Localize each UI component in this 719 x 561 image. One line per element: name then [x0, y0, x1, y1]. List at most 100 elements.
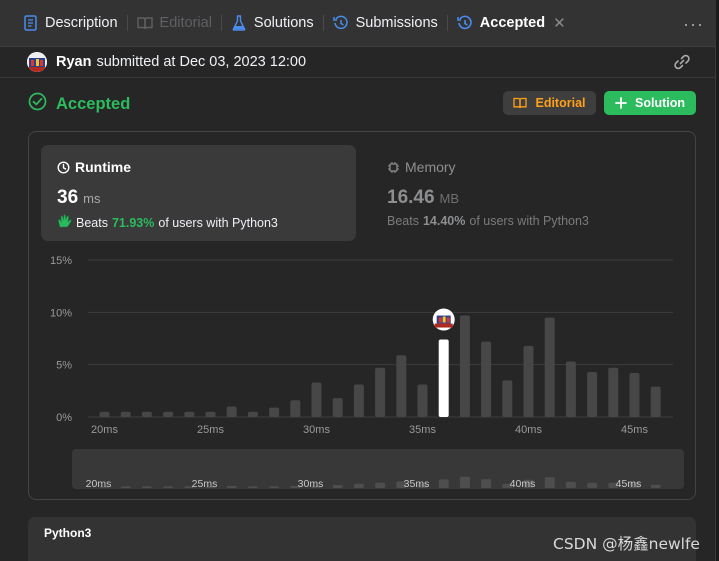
more-options-icon[interactable]: ···: [683, 14, 704, 35]
x-tick-label: 45ms: [621, 424, 648, 436]
navigator-bar: [481, 479, 492, 488]
solution-button-label: Solution: [635, 96, 685, 110]
y-tick-label: 10%: [50, 307, 72, 319]
avatar-marker-detail: [438, 317, 442, 323]
editorial-button[interactable]: Editorial: [503, 91, 596, 115]
navigator-bar: [438, 479, 449, 488]
stats-card: Runtime 36 ms Beats 71.93% of users with…: [28, 131, 696, 500]
avatar-marker-detail: [434, 323, 453, 328]
navigator-bar: [332, 485, 343, 488]
tab-editorial-label: Editorial: [159, 15, 212, 31]
x-tick-label: 30ms: [303, 424, 330, 436]
navigator-bar: [650, 484, 661, 488]
result-row: Accepted Editorial Solution: [28, 91, 696, 117]
bar: [459, 315, 470, 417]
tab-accepted-label: Accepted: [479, 15, 546, 31]
navigator-bar: [565, 481, 576, 488]
bar: [502, 380, 513, 417]
bar: [565, 361, 576, 417]
bar: [311, 382, 322, 417]
avatar-marker-detail: [442, 316, 446, 323]
flask-icon: [231, 15, 247, 31]
y-tick-label: 0%: [56, 412, 72, 424]
tab-separator: [220, 15, 222, 31]
tab-separator: [446, 15, 448, 31]
navigator-bar: [269, 486, 280, 488]
bar: [184, 411, 195, 417]
navigator-bar: [459, 476, 470, 488]
watermark: CSDN @杨鑫newlfe: [553, 535, 700, 553]
avatar-marker-detail: [446, 317, 450, 323]
tab-solutions-label: Solutions: [253, 15, 314, 31]
bar: [269, 407, 280, 417]
navigator-bar: [375, 482, 386, 488]
submission-header: Ryan submitted at Dec 03, 2023 12:00: [0, 47, 716, 78]
bar: [120, 411, 131, 417]
plus-icon: [615, 97, 627, 109]
check-circle-icon: [28, 92, 47, 116]
navigator-tick-label: 45ms: [616, 478, 642, 490]
bar: [226, 406, 237, 417]
bar: [396, 355, 407, 417]
bar: [417, 384, 428, 417]
book-icon: [136, 15, 153, 31]
bar: [332, 398, 343, 417]
navigator-bar: [353, 483, 364, 488]
navigator-bar: [141, 486, 152, 488]
link-icon[interactable]: [672, 53, 692, 76]
bar: [650, 386, 661, 417]
tab-submissions-label: Submissions: [355, 15, 438, 31]
highlighted-bar: [438, 339, 449, 417]
x-tick-label: 35ms: [409, 424, 436, 436]
y-tick-label: 15%: [50, 255, 72, 267]
x-tick-label: 40ms: [515, 424, 542, 436]
tab-submissions[interactable]: Submissions: [332, 0, 438, 47]
navigator-bar: [163, 486, 174, 488]
history-icon: [456, 15, 473, 31]
tab-description[interactable]: Description: [22, 0, 118, 47]
bar: [544, 317, 555, 417]
tab-separator: [322, 15, 324, 31]
bar: [205, 411, 216, 417]
tab-editorial[interactable]: Editorial: [136, 0, 212, 47]
editorial-button-label: Editorial: [535, 96, 586, 110]
tab-bar: Description Editorial Solutions Submissi…: [0, 0, 716, 47]
navigator-bar: [247, 486, 258, 488]
description-icon: [22, 15, 38, 31]
bar: [523, 345, 534, 417]
runtime-distribution-chart[interactable]: 15% 10% 5% 0% 20ms 25ms 30ms 35ms 40ms 45ms 20ms 25…: [29, 132, 697, 501]
code-language-label: Python3: [44, 526, 92, 540]
tab-accepted[interactable]: Accepted ✕: [456, 0, 566, 47]
navigator-tick-label: 30ms: [298, 478, 324, 490]
tab-solutions[interactable]: Solutions: [231, 0, 314, 47]
bar: [163, 411, 174, 417]
navigator-tick-label: 20ms: [86, 478, 112, 490]
bar: [608, 367, 619, 417]
bar: [375, 367, 386, 417]
avatar[interactable]: [27, 52, 47, 72]
close-icon[interactable]: ✕: [553, 14, 566, 32]
status-title: Accepted: [56, 94, 131, 113]
bar: [481, 341, 492, 417]
tab-separator: [126, 15, 128, 31]
navigator-tick-label: 35ms: [404, 478, 430, 490]
bar: [587, 371, 598, 417]
submission-window: Description Editorial Solutions Submissi…: [0, 0, 716, 561]
username-link[interactable]: Ryan: [56, 54, 91, 70]
submitted-timestamp: submitted at Dec 03, 2023 12:00: [96, 54, 307, 70]
bar: [629, 373, 640, 417]
bar: [290, 400, 301, 417]
bar: [353, 384, 364, 417]
navigator-bar: [226, 486, 237, 488]
bar: [247, 411, 258, 417]
navigator-bar: [544, 477, 555, 488]
navigator-tick-label: 40ms: [510, 478, 536, 490]
x-tick-label: 20ms: [91, 424, 118, 436]
navigator-bar: [587, 482, 598, 488]
book-icon: [513, 97, 528, 109]
post-solution-button[interactable]: Solution: [604, 91, 696, 115]
history-icon: [332, 15, 349, 31]
y-tick-label: 5%: [56, 360, 72, 372]
navigator-tick-label: 25ms: [192, 478, 218, 490]
x-tick-label: 25ms: [197, 424, 224, 436]
